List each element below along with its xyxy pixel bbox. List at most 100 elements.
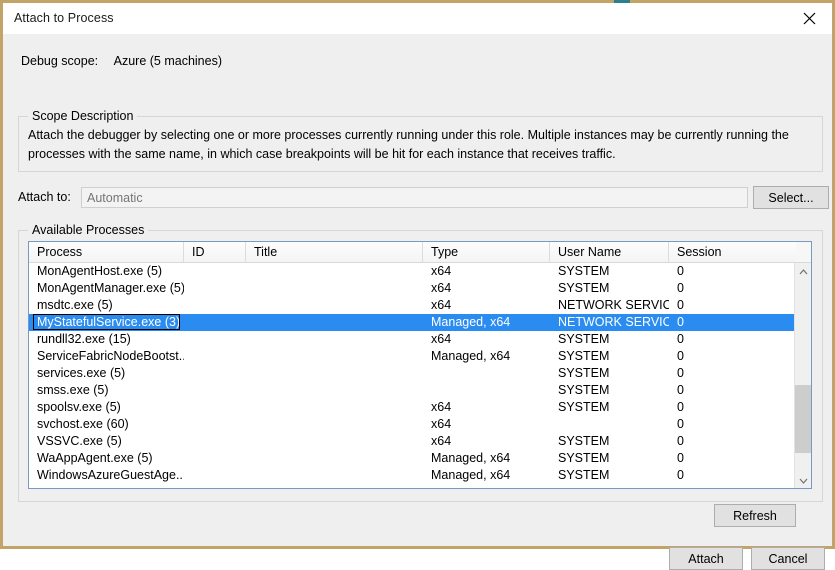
process-list-rows: MonAgentHost.exe (5) x64 SYSTEM 0 MonAgentMa… — [29, 263, 811, 488]
cell-process: services.exe (5) — [37, 366, 126, 380]
window-title: Attach to Process — [14, 11, 114, 25]
cell-title — [246, 467, 423, 484]
cell-process: WaAppAgent.exe (5) — [37, 451, 153, 465]
cell-type: x64 — [431, 400, 452, 414]
refresh-button[interactable]: Refresh — [714, 504, 796, 527]
cell-session: 0 — [677, 400, 684, 414]
attach-to-input[interactable] — [81, 187, 748, 208]
cell-type — [423, 382, 550, 399]
cell-session: 0 — [677, 434, 684, 448]
cell-type: x64 — [431, 298, 452, 312]
cell-title — [246, 399, 423, 416]
cell-user: SYSTEM — [558, 332, 610, 346]
cell-user: SYSTEM — [558, 366, 610, 380]
table-row[interactable]: ServiceFabricNodeBootst... Managed, x64 SY… — [29, 348, 811, 365]
debug-scope-value: Azure (5 machines) — [113, 54, 222, 68]
cell-user: NETWORK SERVICE — [558, 298, 669, 312]
cell-id — [184, 331, 246, 348]
table-row[interactable]: WaAppAgent.exe (5) Managed, x64 SYSTEM 0 — [29, 450, 811, 467]
cell-title — [246, 331, 423, 348]
focus-rectangle — [33, 314, 180, 330]
table-row[interactable]: MonAgentHost.exe (5) x64 SYSTEM 0 — [29, 263, 811, 280]
column-header-process[interactable]: Process — [29, 242, 184, 262]
cell-title — [246, 280, 423, 297]
column-header-id[interactable]: ID — [184, 242, 246, 262]
column-header-type[interactable]: Type — [423, 242, 550, 262]
cell-type: x64 — [431, 417, 452, 431]
cell-title — [246, 297, 423, 314]
cell-process: ServiceFabricNodeBootst... — [37, 349, 184, 363]
cell-type: Managed, x64 — [431, 451, 511, 465]
process-list-header: Process ID Title Type User Name Session — [29, 242, 811, 263]
cell-user: SYSTEM — [558, 383, 610, 397]
scrollbar-thumb[interactable] — [795, 385, 811, 453]
cell-id — [184, 416, 246, 433]
cell-type — [423, 365, 550, 382]
cell-id — [184, 297, 246, 314]
cell-process: MonAgentManager.exe (5) — [37, 281, 184, 295]
column-header-session[interactable]: Session — [669, 242, 796, 262]
scroll-up-icon[interactable] — [795, 263, 811, 280]
table-row[interactable]: msdtc.exe (5) x64 NETWORK SERVICE 0 — [29, 297, 811, 314]
scroll-down-icon[interactable] — [795, 472, 811, 488]
top-edge-artifact — [614, 0, 630, 3]
cell-id — [184, 365, 246, 382]
table-row[interactable]: svchost.exe (60) x64 0 — [29, 416, 811, 433]
select-button[interactable]: Select... — [753, 186, 829, 209]
cell-session: 0 — [677, 349, 684, 363]
table-row[interactable]: services.exe (5) SYSTEM 0 — [29, 365, 811, 382]
cell-user: SYSTEM — [558, 281, 610, 295]
attach-to-process-dialog: Attach to Process Debug scope: Azure (5 … — [0, 0, 835, 570]
table-row[interactable]: smss.exe (5) SYSTEM 0 — [29, 382, 811, 399]
column-header-title[interactable]: Title — [246, 242, 423, 262]
cell-session: 0 — [677, 332, 684, 346]
cell-type: Managed, x64 — [431, 349, 511, 363]
table-row[interactable]: rundll32.exe (15) x64 SYSTEM 0 — [29, 331, 811, 348]
cell-user — [550, 416, 669, 433]
cell-process: smss.exe (5) — [37, 383, 109, 397]
cell-session: 0 — [677, 451, 684, 465]
table-row[interactable]: VSSVC.exe (5) x64 SYSTEM 0 — [29, 433, 811, 450]
cell-session: 0 — [677, 281, 684, 295]
cell-id — [184, 280, 246, 297]
cell-id — [184, 433, 246, 450]
table-row[interactable]: spoolsv.exe (5) x64 SYSTEM 0 — [29, 399, 811, 416]
cell-user: SYSTEM — [558, 349, 610, 363]
cell-process: spoolsv.exe (5) — [37, 400, 121, 414]
attach-button[interactable]: Attach — [669, 547, 743, 570]
debug-scope-row: Debug scope: Azure (5 machines) — [21, 54, 222, 68]
cell-user: SYSTEM — [558, 434, 610, 448]
cell-type: x64 — [431, 281, 452, 295]
cell-title — [246, 450, 423, 467]
cell-session: 0 — [677, 298, 684, 312]
cell-title — [246, 382, 423, 399]
attach-to-label: Attach to: — [18, 190, 71, 204]
table-row[interactable]: MyStatefulService.exe (3) Managed, x64 NET… — [29, 314, 796, 331]
cancel-button[interactable]: Cancel — [751, 547, 825, 570]
cell-type: Managed, x64 — [431, 315, 511, 329]
table-row[interactable]: WindowsAzureGuestAge... Managed, x64 SYSTE… — [29, 467, 811, 484]
scope-description-title: Scope Description — [28, 109, 138, 123]
cell-id — [184, 399, 246, 416]
cell-process: svchost.exe (60) — [37, 417, 129, 431]
close-button[interactable] — [786, 3, 832, 33]
cell-user: SYSTEM — [558, 400, 610, 414]
cell-title — [246, 314, 423, 331]
cell-title — [246, 365, 423, 382]
process-list-scrollbar[interactable] — [794, 263, 811, 488]
cell-id — [184, 314, 246, 331]
scope-description-text: Attach the debugger by selecting one or … — [28, 128, 789, 161]
cell-user: SYSTEM — [558, 264, 610, 278]
cell-type: x64 — [431, 332, 452, 346]
column-header-user-name[interactable]: User Name — [550, 242, 669, 262]
debug-scope-label: Debug scope: — [21, 54, 99, 68]
cell-type: Managed, x64 — [431, 468, 511, 482]
scope-description-group: Scope Description Attach the debugger by… — [18, 109, 823, 172]
cell-session: 0 — [677, 264, 684, 278]
cell-title — [246, 416, 423, 433]
process-list[interactable]: Process ID Title Type User Name Session … — [28, 241, 812, 489]
cell-title — [246, 433, 423, 450]
table-row[interactable]: MonAgentManager.exe (5) x64 SYSTEM 0 — [29, 280, 811, 297]
available-processes-title: Available Processes — [28, 223, 149, 237]
cell-process: msdtc.exe (5) — [37, 298, 113, 312]
